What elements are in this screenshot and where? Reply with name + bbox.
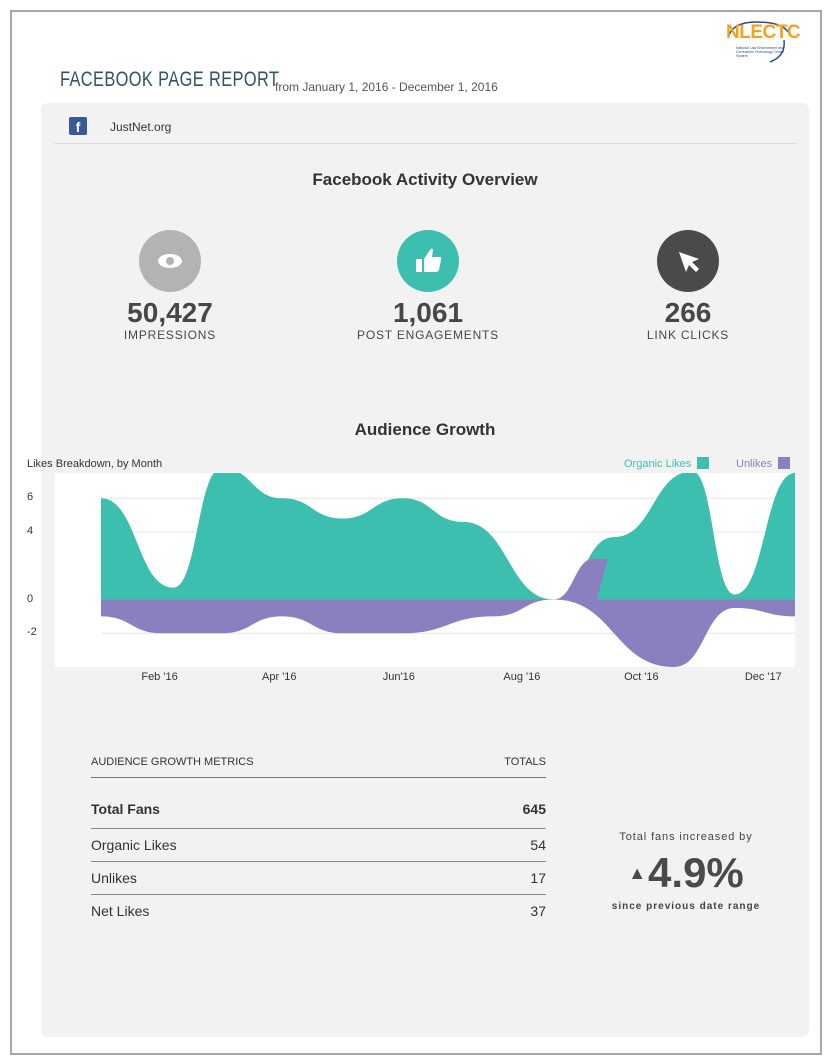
x-tick-label: Oct '16: [624, 671, 659, 683]
report-panel: f JustNet.org Facebook Activity Overview…: [27, 103, 809, 1037]
row-value: 37: [530, 903, 546, 919]
impressions-value: 50,427: [127, 297, 213, 328]
thumbs-up-icon: [397, 230, 459, 292]
row-label: Total Fans: [91, 801, 160, 817]
growth-percentage: ▲4.9%: [586, 849, 786, 897]
logo-text: NLECTC: [726, 22, 801, 43]
legend-swatch: [778, 457, 791, 469]
audience-growth-metrics-table: AUDIENCE GROWTH METRICS TOTALS Total Fan…: [91, 753, 546, 927]
chart-area: [55, 467, 795, 667]
audience-growth-chart: [101, 467, 795, 667]
facebook-icon: f: [69, 117, 87, 135]
nlectc-logo: NLECTC National Law Enforcement and Corr…: [722, 20, 801, 66]
post-engagements-value: 1,061: [392, 297, 464, 328]
growth-caption: since previous date range: [611, 901, 761, 912]
legend-organic-likes: Organic Likes: [624, 457, 710, 470]
post-engagements-label: POST ENGAGEMENTS: [357, 328, 499, 342]
legend-label: Unlikes: [736, 458, 773, 470]
metric-impressions: 50,427 IMPRESSIONS: [60, 230, 280, 342]
table-row: Net Likes 37: [91, 895, 546, 927]
legend-label: Organic Likes: [624, 458, 692, 470]
divider: [54, 143, 797, 144]
row-label: Organic Likes: [91, 837, 177, 853]
legend-unlikes: Unlikes: [736, 457, 791, 470]
table-row: Unlikes 17: [91, 862, 546, 895]
y-tick-label: 4: [27, 525, 34, 538]
table-header: AUDIENCE GROWTH METRICS TOTALS: [91, 753, 546, 778]
metric-link-clicks: 266 LINK CLICKS: [578, 230, 798, 342]
row-value: 54: [530, 837, 546, 853]
y-tick-label: -2: [27, 626, 37, 639]
x-tick-label: Jun'16: [382, 671, 415, 683]
legend-swatch: [697, 457, 710, 469]
report-title: FACEBOOK PAGE REPORT: [60, 68, 280, 91]
metric-post-engagements: 1,061 POST ENGAGEMENTS: [318, 230, 538, 342]
report-date-range: from January 1, 2016 - December 1, 2016: [275, 80, 498, 94]
metrics-column-header: AUDIENCE GROWTH METRICS: [91, 756, 254, 768]
row-value: 17: [530, 870, 546, 886]
growth-summary-text: Total fans increased by: [619, 831, 753, 843]
impressions-label: IMPRESSIONS: [123, 328, 217, 342]
growth-summary: Total fans increased by ▲4.9% since prev…: [586, 831, 786, 912]
eye-icon: [139, 230, 201, 292]
y-tick-label: 6: [27, 491, 34, 504]
x-tick-label: Dec '17: [744, 671, 782, 683]
triangle-up-icon: ▲: [628, 863, 647, 883]
table-row: Organic Likes 54: [91, 829, 546, 862]
growth-value: 4.9%: [648, 849, 744, 896]
x-tick-label: Feb '16: [141, 671, 178, 683]
link-clicks-value: 266: [664, 297, 712, 328]
y-tick-label: 0: [27, 592, 34, 605]
x-tick-label: Aug '16: [503, 671, 541, 683]
page-name: JustNet.org: [110, 120, 172, 134]
audience-growth-title: Audience Growth: [354, 420, 496, 439]
table-row: Total Fans 645: [91, 778, 546, 829]
chart-subtitle: Likes Breakdown, by Month: [27, 458, 163, 470]
totals-column-header: TOTALS: [504, 756, 546, 768]
series-area-organic-likes: [101, 467, 795, 600]
row-label: Unlikes: [91, 870, 137, 886]
link-clicks-label: LINK CLICKS: [646, 328, 730, 342]
x-tick-label: Apr '16: [262, 671, 297, 683]
cursor-icon: [657, 230, 719, 292]
logo-subtitle: National Law Enforcement and Corrections…: [736, 46, 784, 58]
overview-title: Facebook Activity Overview: [312, 170, 538, 189]
row-label: Net Likes: [91, 903, 150, 919]
row-value: 645: [522, 801, 546, 817]
